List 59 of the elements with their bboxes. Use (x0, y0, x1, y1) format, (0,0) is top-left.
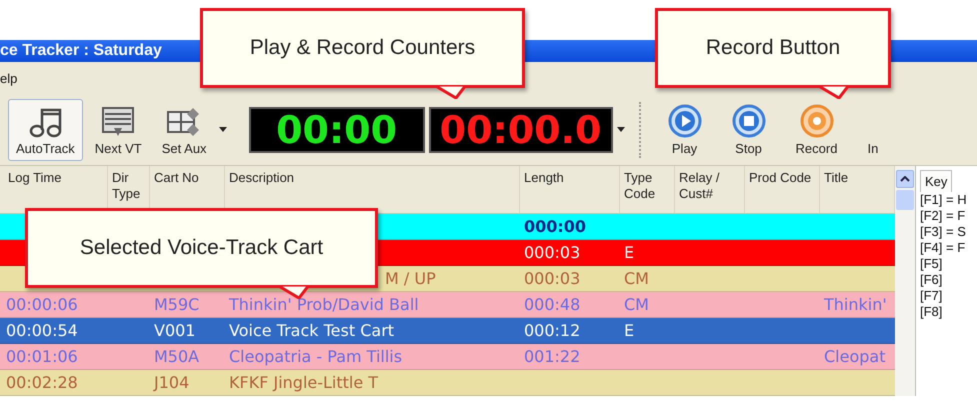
dropdown-caret-icon[interactable] (218, 127, 227, 132)
table-cell: CM (624, 269, 649, 288)
table-cell: 000:12 (524, 321, 580, 340)
table-cell: J104 (154, 373, 190, 392)
table-cell: Thinkin' Prob/David Ball (229, 295, 419, 314)
record-counter: 00:00.0 (428, 106, 613, 152)
dropdown-caret-icon[interactable] (616, 127, 625, 132)
key-tab[interactable]: Key (920, 170, 952, 192)
column-header[interactable]: Type Code (620, 166, 675, 213)
record-button[interactable]: Record (782, 98, 850, 160)
column-header[interactable]: Relay / Cust# (675, 166, 745, 213)
table-cell: E (624, 321, 634, 340)
record-icon (800, 104, 834, 138)
play-button[interactable]: Play (654, 98, 715, 160)
column-header[interactable]: Prod Code (745, 166, 820, 213)
toolbar-button[interactable]: Next VT (86, 98, 150, 160)
play-counter: 00:00 (248, 106, 425, 152)
column-header[interactable]: Length (520, 166, 620, 213)
shortcut-line: [F2] = F (920, 208, 966, 224)
shortcut-line: [F6] (920, 272, 944, 288)
table-cell: CM (624, 295, 649, 314)
stop-icon (732, 104, 766, 138)
shortcut-line: [F4] = F (920, 240, 966, 256)
menu-item[interactable]: elp (0, 70, 22, 86)
table-cell: 000:48 (524, 295, 580, 314)
chevron-up-icon (900, 176, 910, 182)
shortcut-line: [F5] (920, 256, 944, 272)
table-cell: 000:00 (524, 217, 586, 236)
table-cell: V001 (154, 321, 196, 340)
scroll-up-button[interactable] (896, 170, 914, 188)
shortcut-line: [F8] (920, 304, 944, 320)
play-icon (668, 104, 702, 138)
scrollbar[interactable] (895, 166, 915, 396)
table-cell: 00:00:06 (6, 295, 78, 314)
table-cell: Cleopat (824, 347, 886, 366)
table-cell: Thinkin' (824, 295, 887, 314)
table-cell: E (624, 243, 634, 262)
shortcut-line: [F1] = H (920, 192, 968, 208)
table-cell: Cleopatria - Pam Tillis (229, 347, 402, 366)
stop-button[interactable]: Stop (718, 98, 779, 160)
table-cell: 001:22 (524, 347, 580, 366)
table-cell: M50A (154, 347, 200, 366)
toolbar-button[interactable]: AutoTrack (8, 98, 83, 160)
table-cell: M / UP (385, 269, 436, 288)
log-row[interactable]: 00:00:54 V001 Voice Track Test Cart 000:12 E (0, 318, 895, 344)
table-cell: 000:03 (524, 243, 580, 262)
table-cell: 00:00:54 (6, 321, 78, 340)
table-cell: M59C (154, 295, 200, 314)
list-icon (101, 106, 136, 138)
table-cell: 000:03 (524, 269, 580, 288)
table-cell: 00:02:28 (6, 373, 78, 392)
table-cell: Voice Track Test Cart (229, 321, 394, 340)
shortcut-line: [F7] (920, 288, 944, 304)
toolbar-button[interactable]: In (854, 98, 892, 160)
shortcut-line: [F3] = S (920, 224, 967, 240)
table-cell: 00:01:06 (6, 347, 78, 366)
toolbar-button[interactable]: Set Aux (154, 98, 215, 160)
scroll-thumb[interactable] (896, 190, 914, 210)
table-cell: KFKF Jingle-Little T (229, 373, 378, 392)
